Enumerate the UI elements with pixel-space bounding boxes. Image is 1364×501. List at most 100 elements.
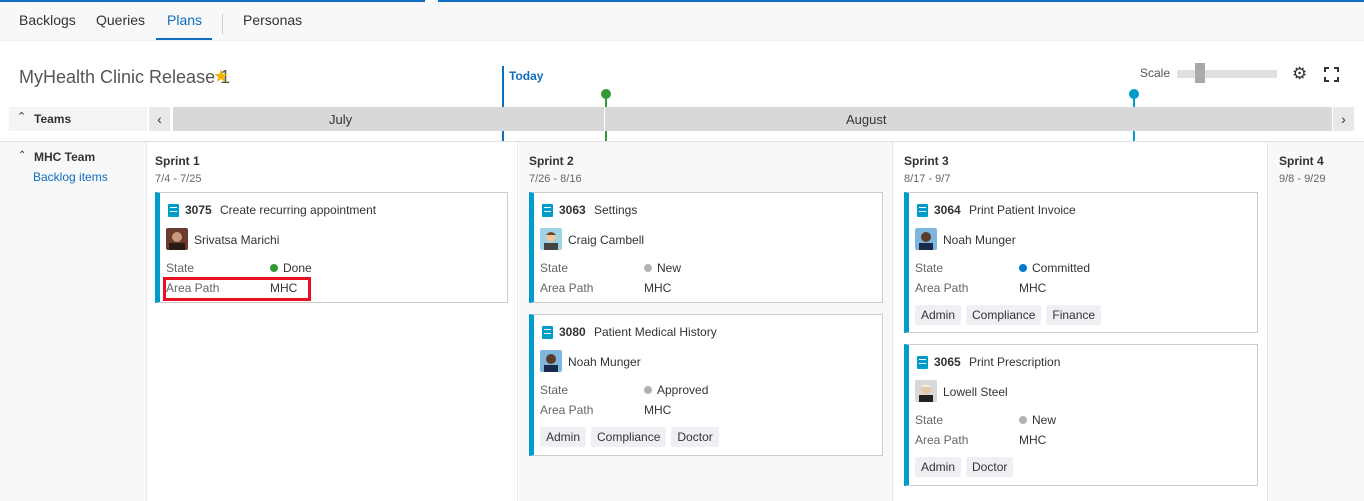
gear-icon[interactable]: ⚙ bbox=[1292, 64, 1307, 84]
work-item-id[interactable]: 3063 bbox=[559, 203, 586, 217]
sprint-name: Sprint 3 bbox=[904, 154, 949, 168]
work-item-card[interactable]: 3065 Print Prescription Lowell Steel Sta… bbox=[904, 344, 1258, 486]
sprint-name: Sprint 4 bbox=[1279, 154, 1324, 168]
work-item-card[interactable]: 3064 Print Patient Invoice Noah Munger S… bbox=[904, 192, 1258, 333]
work-item-title[interactable]: Patient Medical History bbox=[594, 325, 717, 339]
work-item-card[interactable]: 3075 Create recurring appointment Srivat… bbox=[155, 192, 508, 303]
work-item-id[interactable]: 3075 bbox=[185, 203, 212, 217]
avatar bbox=[915, 228, 937, 250]
area-path-label: Area Path bbox=[915, 281, 969, 295]
tag-list: Admin Compliance Doctor bbox=[540, 427, 719, 447]
tab-personas[interactable]: Personas bbox=[243, 12, 302, 28]
assigned-to: Noah Munger bbox=[568, 355, 641, 369]
avatar bbox=[166, 228, 188, 250]
backlog-item-icon bbox=[542, 326, 553, 339]
assigned-to: Craig Cambell bbox=[568, 233, 645, 247]
tab-plans[interactable]: Plans bbox=[167, 12, 202, 28]
page-title: MyHealth Clinic Release 1 bbox=[19, 67, 231, 87]
month-label: July bbox=[329, 112, 353, 127]
state-text: Approved bbox=[657, 383, 709, 397]
backlog-item-icon bbox=[917, 356, 928, 369]
month-bar: July August bbox=[173, 107, 1332, 131]
work-item-card[interactable]: 3080 Patient Medical History Noah Munger… bbox=[529, 314, 883, 456]
avatar bbox=[540, 228, 562, 250]
collapse-all-icon[interactable]: ⌃ bbox=[17, 110, 26, 123]
backlog-items-link[interactable]: Backlog items bbox=[33, 170, 108, 184]
tag[interactable]: Admin bbox=[540, 427, 587, 447]
tag-list: Admin Compliance Finance bbox=[915, 305, 1102, 325]
tag[interactable]: Doctor bbox=[671, 427, 719, 447]
state-text: New bbox=[657, 261, 682, 275]
nav-divider bbox=[222, 14, 223, 34]
tab-queries[interactable]: Queries bbox=[96, 12, 145, 28]
state-indicator bbox=[644, 264, 652, 272]
scroll-right-button[interactable]: › bbox=[1333, 107, 1354, 131]
chevron-up-icon[interactable]: ⌃ bbox=[18, 150, 26, 161]
state-value: New bbox=[644, 261, 681, 275]
avatar bbox=[540, 350, 562, 372]
sprint-dates: 8/17 - 9/7 bbox=[904, 173, 951, 185]
sprint-name: Sprint 1 bbox=[155, 154, 200, 168]
sprint-column: Sprint 3 8/17 - 9/7 3064 Print Patient I… bbox=[894, 142, 1268, 501]
area-path-value: MHC bbox=[1019, 281, 1047, 295]
sprint-dates: 9/8 - 9/29 bbox=[1279, 173, 1326, 185]
state-indicator bbox=[644, 386, 652, 394]
sprint-column: Sprint 1 7/4 - 7/25 3075 Create recurrin… bbox=[148, 142, 518, 501]
state-label: State bbox=[166, 261, 195, 275]
area-path-value: MHC bbox=[1019, 433, 1047, 447]
state-text: Committed bbox=[1032, 261, 1091, 275]
scroll-left-button[interactable]: ‹ bbox=[149, 107, 170, 131]
state-indicator bbox=[1019, 264, 1027, 272]
scale-slider-thumb[interactable] bbox=[1195, 63, 1205, 83]
tag[interactable]: Admin bbox=[915, 457, 962, 477]
work-item-card[interactable]: 3063 Settings Craig Cambell State New Ar… bbox=[529, 192, 883, 303]
work-item-id[interactable]: 3065 bbox=[934, 355, 961, 369]
fullscreen-icon[interactable] bbox=[1324, 67, 1339, 82]
scale-slider[interactable] bbox=[1177, 70, 1277, 78]
state-label: State bbox=[540, 383, 569, 397]
work-item-title[interactable]: Create recurring appointment bbox=[220, 203, 376, 217]
state-indicator bbox=[270, 264, 278, 272]
today-label: Today bbox=[509, 69, 544, 83]
area-path-label: Area Path bbox=[540, 281, 594, 295]
sprint-column: Sprint 4 9/8 - 9/29 bbox=[1269, 142, 1364, 501]
tag[interactable]: Finance bbox=[1046, 305, 1102, 325]
tag[interactable]: Admin bbox=[915, 305, 962, 325]
sprint-column: Sprint 2 7/26 - 8/16 3063 Settings Craig… bbox=[519, 142, 893, 501]
avatar bbox=[915, 380, 937, 402]
assigned-to: Noah Munger bbox=[943, 233, 1016, 247]
tag[interactable]: Compliance bbox=[591, 427, 667, 447]
state-value: New bbox=[1019, 413, 1056, 427]
team-column: ⌃ MHC Team Backlog items bbox=[0, 142, 147, 501]
top-navigation: Backlogs Queries Plans Personas bbox=[0, 2, 1364, 41]
work-item-id[interactable]: 3080 bbox=[559, 325, 586, 339]
state-value: Committed bbox=[1019, 261, 1090, 275]
scale-label: Scale bbox=[1140, 66, 1171, 80]
milestone-marker[interactable] bbox=[601, 89, 611, 99]
backlog-item-icon bbox=[917, 204, 928, 217]
work-item-id[interactable]: 3064 bbox=[934, 203, 961, 217]
state-label: State bbox=[915, 413, 944, 427]
tab-backlogs[interactable]: Backlogs bbox=[19, 12, 76, 28]
sprint-name: Sprint 2 bbox=[529, 154, 574, 168]
area-path-label: Area Path bbox=[540, 403, 594, 417]
teams-header[interactable]: ⌃ Teams bbox=[9, 107, 147, 131]
tag-list: Admin Doctor bbox=[915, 457, 1014, 477]
sprint-dates: 7/4 - 7/25 bbox=[155, 173, 202, 185]
state-label: State bbox=[540, 261, 569, 275]
area-path-value: MHC bbox=[644, 403, 672, 417]
milestone-marker[interactable] bbox=[1129, 89, 1139, 99]
tag[interactable]: Compliance bbox=[966, 305, 1042, 325]
star-icon[interactable]: ★ bbox=[213, 66, 229, 87]
state-label: State bbox=[915, 261, 944, 275]
state-text: Done bbox=[283, 261, 312, 275]
work-item-title[interactable]: Print Patient Invoice bbox=[969, 203, 1076, 217]
active-tab-indicator bbox=[156, 38, 212, 40]
work-item-title[interactable]: Settings bbox=[594, 203, 637, 217]
month-divider bbox=[604, 107, 605, 131]
team-name: MHC Team bbox=[34, 150, 96, 164]
area-path-value: MHC bbox=[644, 281, 672, 295]
work-item-title[interactable]: Print Prescription bbox=[969, 355, 1060, 369]
month-label: August bbox=[846, 112, 887, 127]
tag[interactable]: Doctor bbox=[966, 457, 1014, 477]
